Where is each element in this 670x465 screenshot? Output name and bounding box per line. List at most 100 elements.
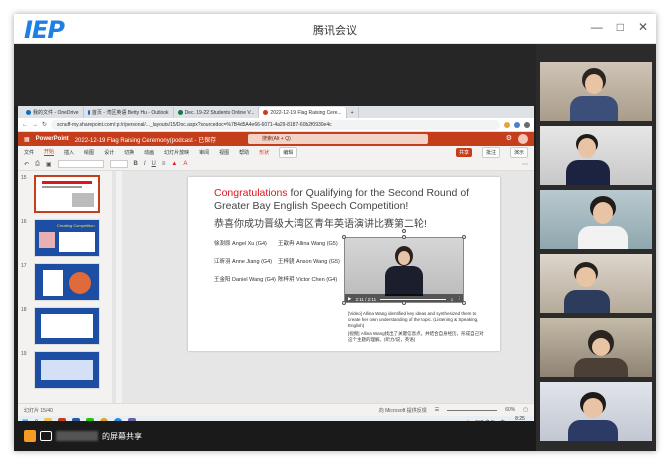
slide-title[interactable]: Congratulations for Qualifying for the S… xyxy=(214,187,496,213)
new-tab-button[interactable]: + xyxy=(346,107,359,118)
resize-handle[interactable] xyxy=(462,235,466,239)
avatar[interactable] xyxy=(518,134,528,144)
participant-video-tile[interactable] xyxy=(540,62,652,121)
current-slide[interactable]: Congratulations for Qualifying for the S… xyxy=(188,177,500,351)
italic-icon[interactable]: I xyxy=(144,161,146,167)
bold-icon[interactable]: B xyxy=(134,161,138,167)
browser-tab[interactable]: 首页 - 湾区英语 Betty Hu - Outlook xyxy=(83,107,174,118)
slide-thumbnail[interactable] xyxy=(34,263,100,301)
extension-icon[interactable] xyxy=(504,121,510,128)
extension-icon[interactable] xyxy=(524,121,530,128)
meeting-title: 腾讯会议 xyxy=(313,25,357,37)
participant-video-tile[interactable] xyxy=(540,382,652,441)
rotate-handle[interactable] xyxy=(402,229,406,233)
shared-screen-top-area xyxy=(14,44,536,106)
participant-video-tile[interactable] xyxy=(540,190,652,249)
app-launcher-icon[interactable]: ▦ xyxy=(24,136,30,143)
browser-window: 我的文件 - OneDrive 首页 - 湾区英语 Betty Hu - Out… xyxy=(18,106,534,416)
align-icon[interactable]: ≡ xyxy=(162,161,166,167)
ribbon-tab-view[interactable]: 视图 xyxy=(219,149,229,156)
document-title[interactable]: 2022-12-19 Flag Raising Ceremony(podcast… xyxy=(75,135,216,144)
comment-button[interactable]: 批注 xyxy=(481,146,500,158)
slide-notes-text[interactable]: [Video] Allina Wang identified key ideas… xyxy=(348,311,488,343)
ribbon-tab-help[interactable]: 帮助 xyxy=(239,149,249,156)
tab-label: 首页 - 湾区英语 Betty Hu - Outlook xyxy=(91,110,169,116)
resize-handle[interactable] xyxy=(402,235,406,239)
search-input[interactable]: 搜索(Alt + Q) xyxy=(248,134,428,144)
participant-video-tile[interactable] xyxy=(540,254,652,313)
resize-handle[interactable] xyxy=(402,301,406,305)
share-label-text: 的屏幕共享 xyxy=(102,431,142,441)
participant-body xyxy=(578,226,628,249)
paste-icon[interactable]: ⎙ xyxy=(35,161,40,168)
ribbon-tab-review[interactable]: 审阅 xyxy=(199,149,209,156)
reload-icon[interactable]: ↻ xyxy=(42,121,47,128)
zoom-slider[interactable] xyxy=(447,409,498,411)
slide-subtitle-cn[interactable]: 恭喜你成功晋级大湾区青年英语演讲比赛第二轮! xyxy=(214,215,496,230)
zoom-level[interactable]: 60% xyxy=(505,407,515,413)
user-icon xyxy=(24,430,36,442)
undo-icon[interactable]: ↶ xyxy=(24,161,29,168)
resize-handle[interactable] xyxy=(342,301,346,305)
slide-thumbnail[interactable] xyxy=(34,307,100,345)
edit-mode-button[interactable]: 编辑 xyxy=(279,146,298,158)
participant-face xyxy=(585,74,603,94)
resize-handle[interactable] xyxy=(462,301,466,305)
participant-video-tile[interactable] xyxy=(540,318,652,377)
tab-label: Dec. 19-22 Students Online V... xyxy=(184,109,255,116)
window-controls: — □ ✕ xyxy=(591,20,648,34)
back-icon[interactable]: ← xyxy=(22,122,28,128)
participant-video-column xyxy=(536,44,656,451)
browser-tab[interactable]: Dec. 19-22 Students Online V... xyxy=(173,107,260,118)
font-name-select[interactable] xyxy=(57,160,104,168)
feedback-link[interactable]: 向 Microsoft 提供反馈 xyxy=(379,407,427,414)
browser-tab[interactable]: 我的文件 - OneDrive xyxy=(22,107,84,118)
slide-counter: 幻灯片 15/40 xyxy=(24,407,53,414)
fit-slide-icon[interactable]: ▢ xyxy=(523,407,528,413)
underline-icon[interactable]: U xyxy=(152,161,156,167)
participant-body xyxy=(568,420,618,441)
ribbon-tab-insert[interactable]: 插入 xyxy=(64,149,74,156)
close-icon[interactable]: ✕ xyxy=(638,20,648,34)
thumbnail-scrollbar[interactable] xyxy=(112,171,116,403)
extension-icon[interactable] xyxy=(514,121,520,128)
browser-tab-active[interactable]: 2022-12-19 Flag Raising Cere... xyxy=(259,107,347,118)
gear-icon[interactable]: ⚙ xyxy=(506,134,512,142)
share-button[interactable]: 共享 xyxy=(455,147,472,157)
maximize-icon[interactable]: □ xyxy=(617,20,624,34)
volume-icon[interactable]: ♫ xyxy=(450,297,453,302)
shared-screen: 我的文件 - OneDrive 首页 - 湾区英语 Betty Hu - Out… xyxy=(14,44,536,451)
ribbon-tab-file[interactable]: 文件 xyxy=(24,149,34,156)
screen-share-indicator[interactable]: 的屏幕共享 xyxy=(24,430,142,442)
slide-thumbnail[interactable] xyxy=(34,175,100,213)
more-icon[interactable]: ⋯ xyxy=(522,161,528,168)
notes-icon[interactable]: ☰ xyxy=(435,407,439,413)
ribbon-tab-animations[interactable]: 动画 xyxy=(144,149,154,156)
font-color-icon[interactable]: A xyxy=(183,161,187,167)
forward-icon[interactable]: → xyxy=(32,122,38,128)
new-slide-icon[interactable]: ▣ xyxy=(46,161,52,168)
font-size-select[interactable] xyxy=(109,160,128,168)
participant-video-tile[interactable] xyxy=(540,126,652,185)
onedrive-icon xyxy=(26,110,31,115)
shape-fill-icon[interactable]: ▲ xyxy=(171,161,177,167)
slide-thumbnail[interactable]: Creating Competition xyxy=(34,219,100,257)
thumbnail-number: 18 xyxy=(21,307,27,313)
address-bar[interactable]: scnuff-my.sharepoint.com/:p:/r/personal/… xyxy=(51,119,500,130)
slide-thumbnail[interactable] xyxy=(34,351,100,389)
ribbon-tab-transitions[interactable]: 切换 xyxy=(124,149,134,156)
resize-handle[interactable] xyxy=(342,235,346,239)
play-icon[interactable]: ▶ xyxy=(348,296,351,302)
camera-icon xyxy=(40,431,52,441)
ribbon-tab-design[interactable]: 设计 xyxy=(104,149,114,156)
embedded-video[interactable]: ▶ 2:11 / 2:11 ♫ ⋮ xyxy=(344,237,464,303)
ribbon-tab-shape[interactable]: 形状 xyxy=(259,149,269,156)
ribbon-tab-slideshow[interactable]: 幻灯片放映 xyxy=(164,149,189,156)
present-button[interactable]: 演示 xyxy=(509,146,528,158)
video-progress-bar[interactable] xyxy=(380,298,447,300)
participant-face xyxy=(578,138,596,158)
ribbon-tab-home[interactable]: 开始 xyxy=(44,148,55,156)
outlook-icon xyxy=(87,110,90,115)
minimize-icon[interactable]: — xyxy=(591,20,603,34)
ribbon-tab-draw[interactable]: 绘图 xyxy=(84,149,94,156)
